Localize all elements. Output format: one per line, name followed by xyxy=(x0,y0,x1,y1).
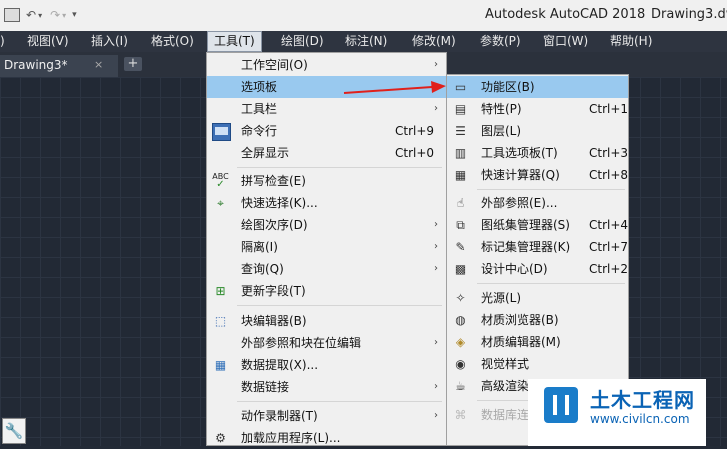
watermark-logo xyxy=(544,387,578,423)
watermark-title: 土木工程网 xyxy=(590,388,695,412)
watermark: 土木工程网 www.civilcn.com xyxy=(528,379,706,446)
watermark-url: www.civilcn.com xyxy=(590,412,690,426)
